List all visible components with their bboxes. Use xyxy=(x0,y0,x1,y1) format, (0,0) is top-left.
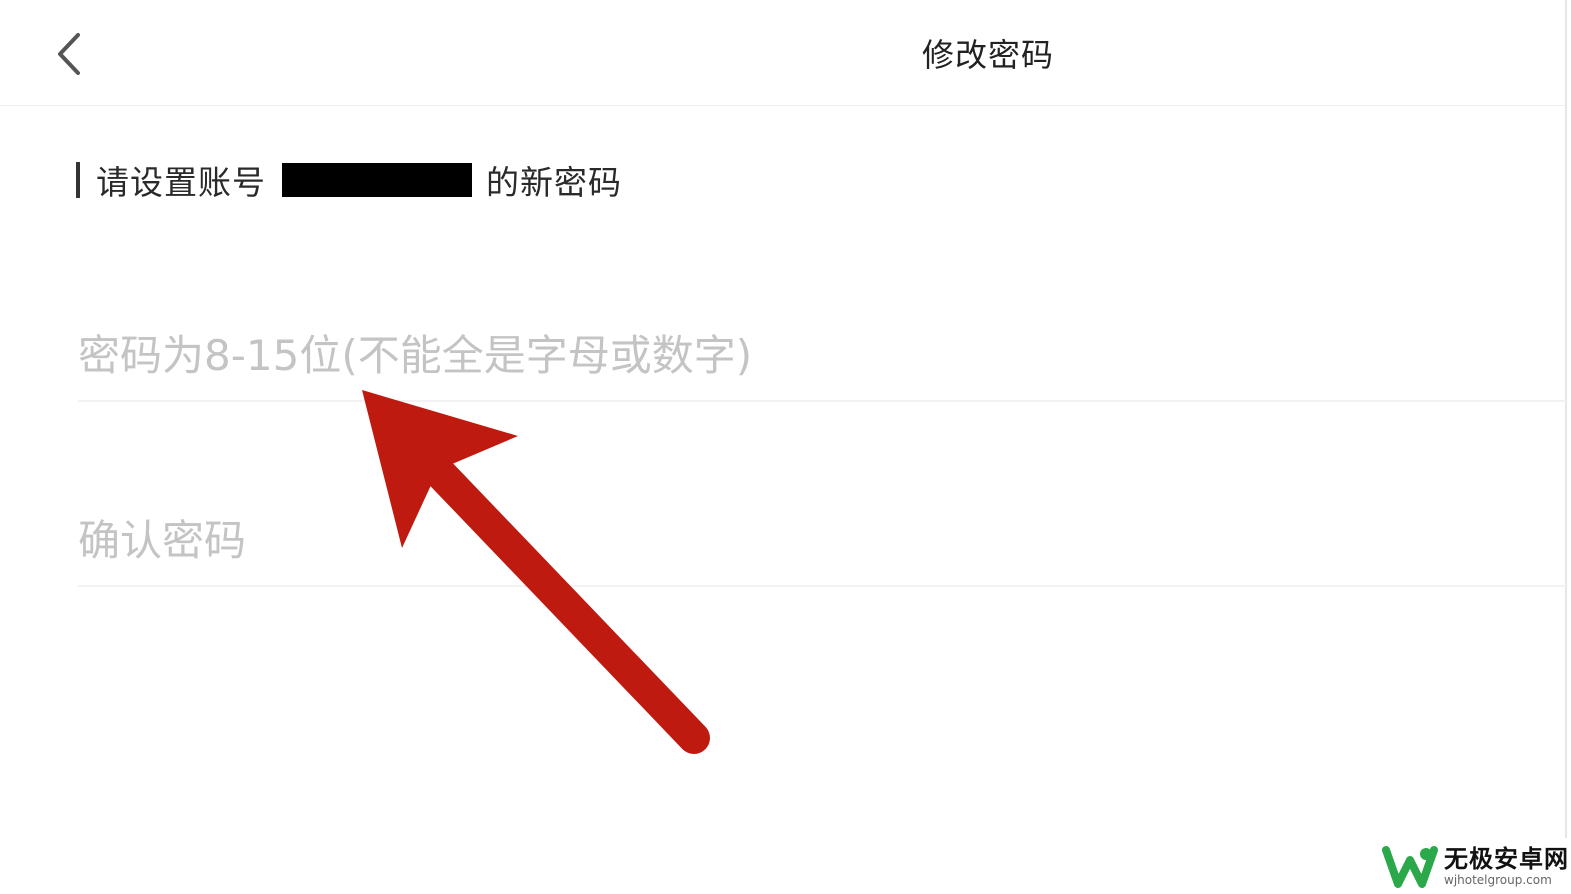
heading-accent-bar xyxy=(76,162,80,198)
confirm-password-input[interactable] xyxy=(78,505,1566,575)
section-heading: 请设置账号 的新密码 xyxy=(76,158,622,202)
page-title: 修改密码 xyxy=(921,36,1054,74)
brand-logo-icon xyxy=(1382,846,1438,888)
redacted-account xyxy=(282,163,472,197)
watermark: 无极安卓网 wjhotelgroup.com xyxy=(1382,838,1571,894)
arrow-shaft xyxy=(402,434,710,754)
watermark-url: wjhotelgroup.com xyxy=(1444,873,1552,887)
top-nav-bar: 修改密码 xyxy=(0,0,1566,106)
heading-prefix: 请设置账号 xyxy=(96,163,266,202)
password-field-row xyxy=(78,320,1566,402)
new-password-input[interactable] xyxy=(78,320,1566,390)
change-password-screen: 修改密码 请设置账号 的新密码 无极安卓网 wjhotelgroup.com xyxy=(0,0,1571,894)
red-arrow-annotation xyxy=(362,390,710,754)
confirm-password-field-row xyxy=(78,505,1566,587)
edge-divider xyxy=(1565,0,1567,838)
watermark-name: 无极安卓网 xyxy=(1444,845,1569,873)
heading-suffix: 的新密码 xyxy=(486,163,622,202)
